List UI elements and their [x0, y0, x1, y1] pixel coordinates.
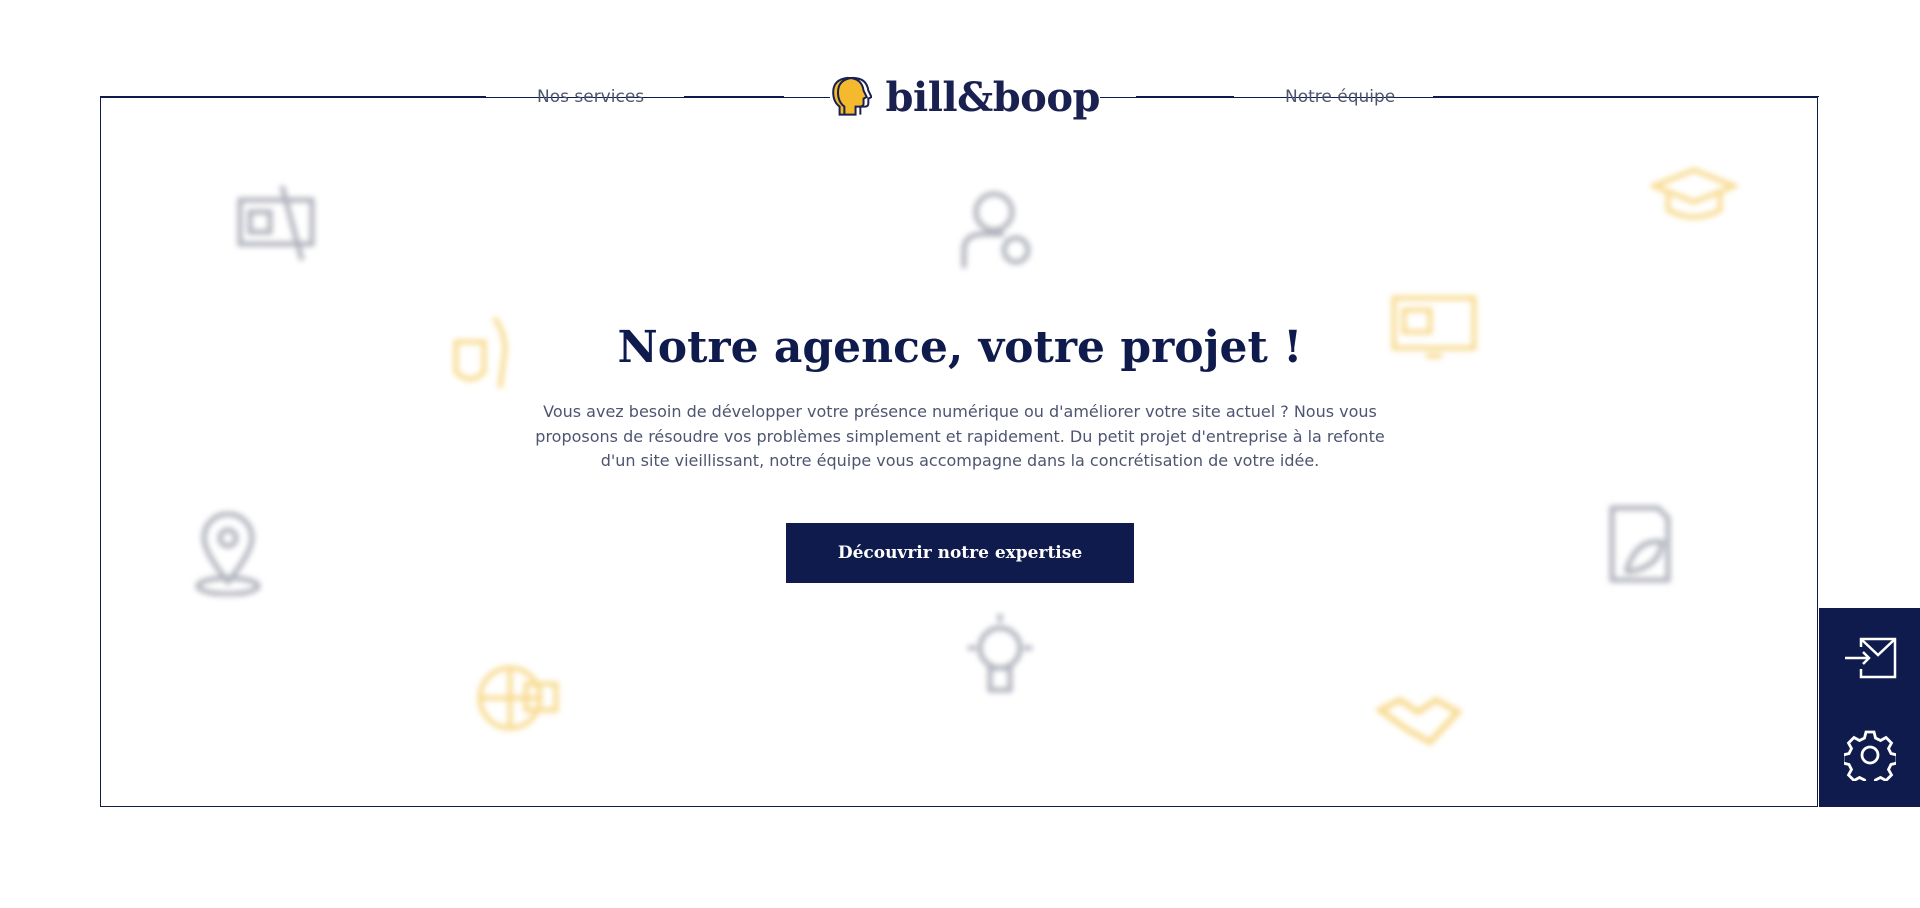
globe-monitor-icon [477, 665, 559, 731]
nav-team-link[interactable]: Notre équipe [1285, 87, 1395, 107]
document-leaf-icon [1609, 505, 1671, 583]
handshake-icon [1376, 696, 1462, 746]
graduation-cap-icon [1650, 167, 1738, 220]
frame-top-divider [100, 96, 486, 97]
frame-top-divider [1136, 96, 1234, 97]
contact-button[interactable] [1819, 613, 1920, 703]
nav-services-link[interactable]: Nos services [537, 87, 644, 107]
discover-expertise-button[interactable]: Découvrir notre expertise [786, 523, 1134, 583]
frame-top-divider [684, 96, 784, 97]
user-settings-icon [961, 191, 1031, 268]
logo[interactable]: bill&boop [830, 68, 1101, 126]
gear-icon [1843, 730, 1896, 781]
hero-title: Notre agence, votre projet ! [617, 322, 1303, 373]
hero-description: Vous avez besoin de développer votre pré… [535, 402, 1385, 470]
mail-send-icon [1844, 637, 1896, 679]
logo-text: bill&boop [885, 73, 1101, 121]
blueprint-icon [237, 185, 315, 261]
frame-top-divider [1433, 96, 1819, 97]
side-action-panel [1819, 608, 1920, 807]
map-pin-icon [195, 512, 261, 596]
lightbulb-icon [968, 614, 1032, 693]
head-profile-icon [832, 76, 872, 116]
settings-button[interactable] [1819, 710, 1920, 800]
